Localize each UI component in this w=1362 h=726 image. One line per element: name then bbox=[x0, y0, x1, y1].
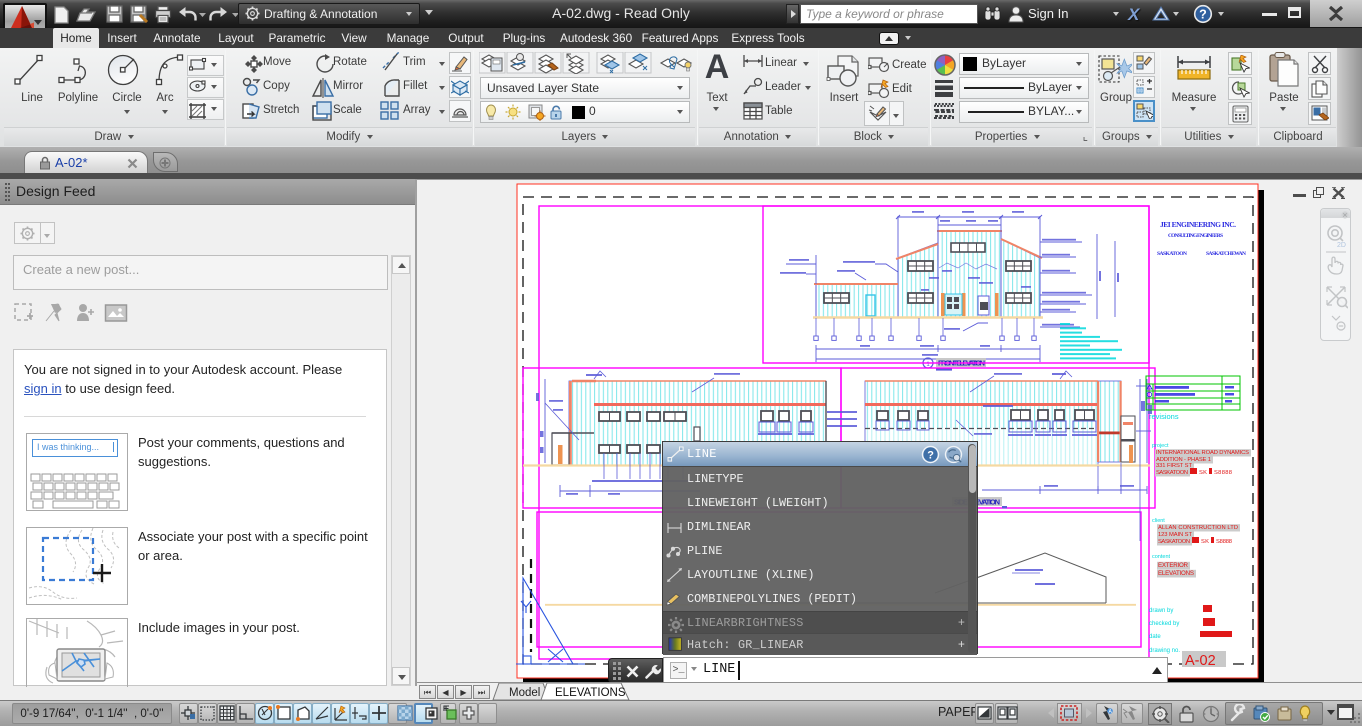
svg-text:revisions: revisions bbox=[1149, 412, 1179, 421]
svg-text:JEI ENGINEERING INC.: JEI ENGINEERING INC. bbox=[1160, 220, 1236, 229]
svg-text:date: date bbox=[1149, 634, 1161, 640]
svg-text:CONSULTING ENGINEERS: CONSULTING ENGINEERS bbox=[1168, 233, 1223, 239]
svg-text:INTERNATIONAL ROAD DYNAMICS: INTERNATIONAL ROAD DYNAMICS bbox=[1156, 450, 1249, 456]
svg-text:SASKATCHEWAN: SASKATCHEWAN bbox=[1206, 251, 1246, 257]
svg-text:EXTERIOR: EXTERIOR bbox=[1158, 562, 1189, 569]
svg-text:ELEVATIONS: ELEVATIONS bbox=[1158, 570, 1194, 577]
svg-text:drawing no.: drawing no. bbox=[1149, 648, 1180, 654]
svg-text:?: ? bbox=[927, 450, 934, 462]
svg-text:2D: 2D bbox=[1337, 242, 1346, 249]
svg-text:SK: SK bbox=[1199, 470, 1207, 476]
svg-text:123 MAIN ST: 123 MAIN ST bbox=[1158, 532, 1192, 538]
svg-text:ALLAN CONSTRUCTION LTD: ALLAN CONSTRUCTION LTD bbox=[1158, 525, 1238, 531]
svg-text:A-02: A-02 bbox=[1185, 653, 1216, 669]
svg-text:S8888: S8888 bbox=[1216, 539, 1232, 545]
svg-text:client: client bbox=[1152, 518, 1165, 524]
svg-text:ELEVATIONS: ELEVATIONS bbox=[555, 687, 626, 699]
svg-text:drawn by: drawn by bbox=[1149, 608, 1173, 614]
svg-text:331 FIRST ST: 331 FIRST ST bbox=[1156, 463, 1192, 469]
svg-text:project: project bbox=[1152, 443, 1169, 449]
svg-text:Model: Model bbox=[509, 687, 540, 699]
svg-text:SASKATOON: SASKATOON bbox=[1157, 251, 1187, 257]
svg-text:S8888: S8888 bbox=[1214, 470, 1232, 476]
svg-text:SK: SK bbox=[1201, 539, 1209, 545]
svg-text:checked by: checked by bbox=[1149, 621, 1179, 627]
svg-text:SASKATOON: SASKATOON bbox=[1158, 539, 1190, 545]
svg-text:?: ? bbox=[1199, 8, 1207, 22]
svg-text:content: content bbox=[1152, 554, 1171, 560]
svg-text:SASKATOON: SASKATOON bbox=[1156, 470, 1188, 476]
